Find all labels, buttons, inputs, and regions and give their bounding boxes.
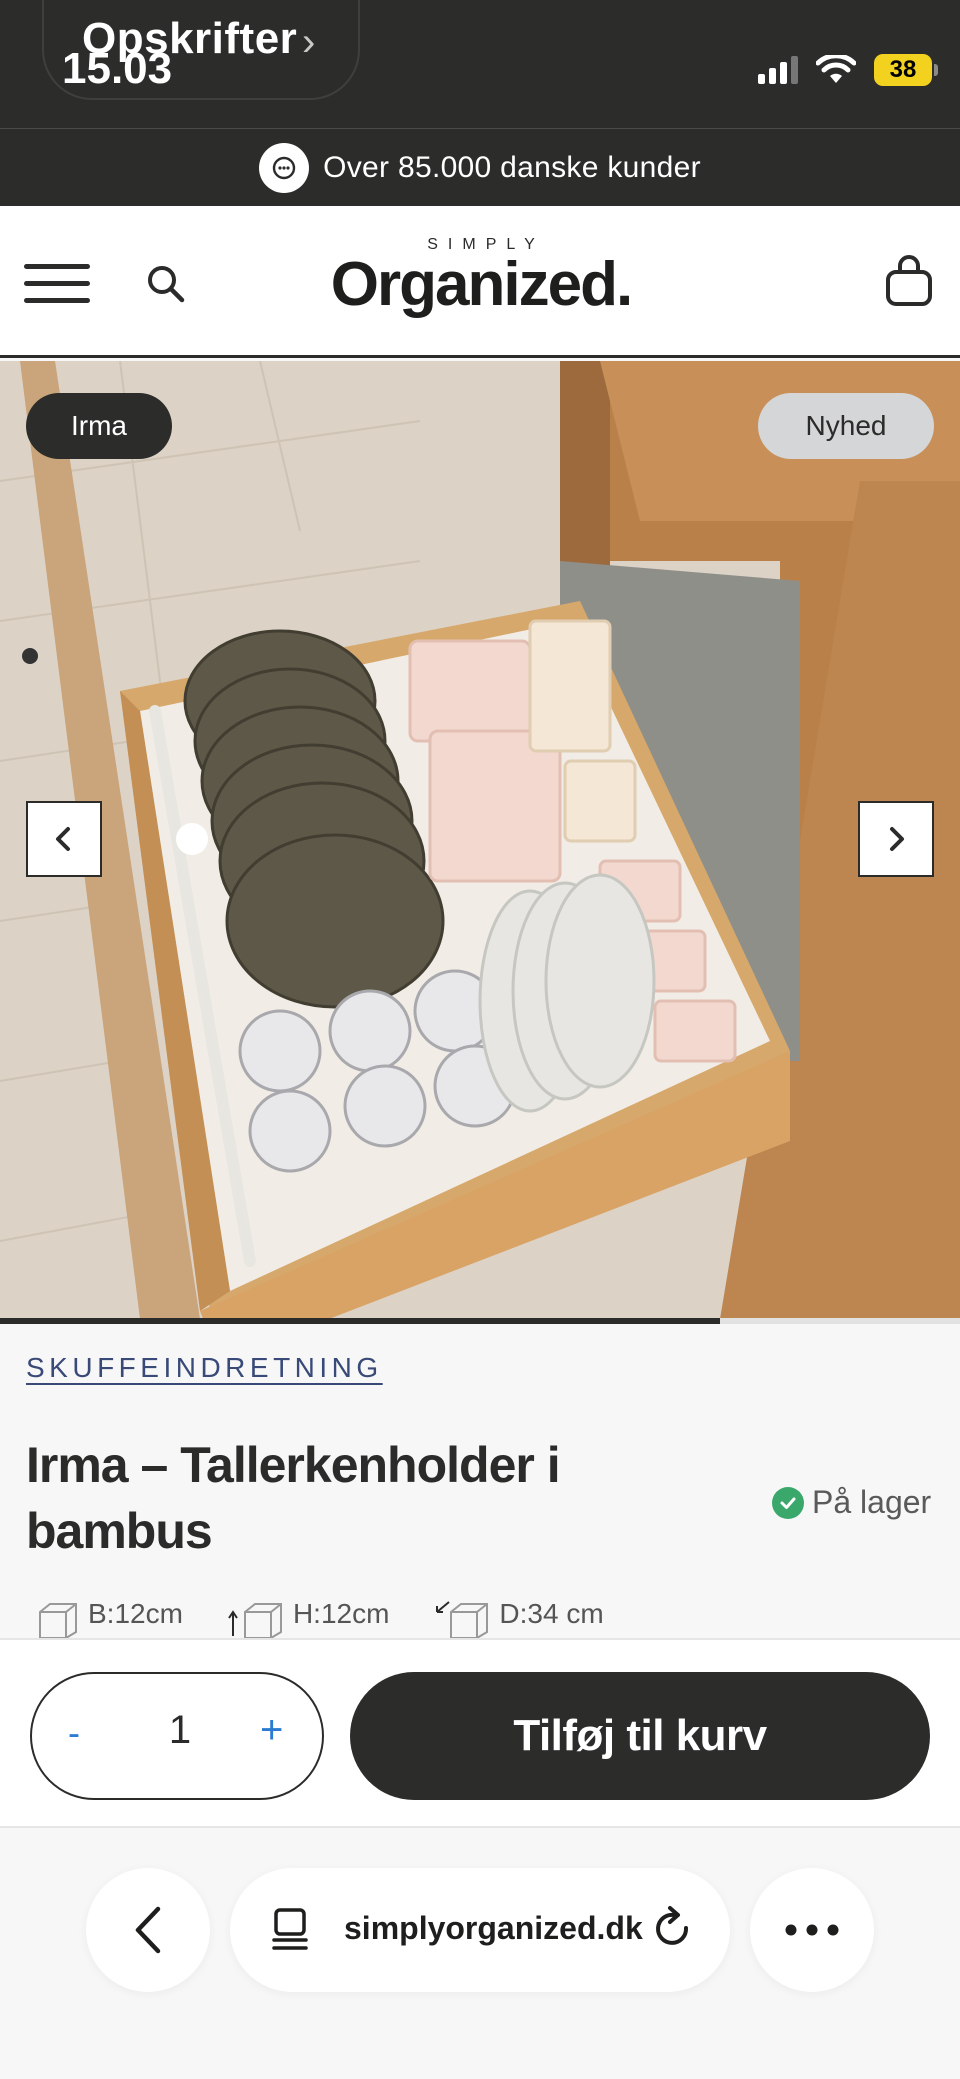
product-dimensions: B:12cm H:12cm D:34 cm	[34, 1598, 604, 1640]
box-width-icon	[39, 1603, 77, 1638]
dimension-height-label: H:12cm	[292, 1598, 390, 1629]
chevron-right-icon: ›	[302, 20, 316, 64]
chevron-right-icon	[890, 827, 904, 851]
carousel-progress-fill	[0, 1318, 720, 1324]
browser-toolbar: simplyorganized.dk	[0, 1830, 960, 2079]
dimension-height: H:12cm	[227, 1598, 389, 1640]
chat-bubble-icon	[259, 142, 310, 193]
quantity-stepper: - 1 +	[30, 1672, 324, 1800]
cellular-signal-icon	[758, 56, 798, 84]
ellipsis-icon	[785, 1924, 839, 1936]
carousel-next-button[interactable]	[858, 801, 934, 877]
browser-back-button[interactable]	[86, 1868, 210, 1992]
dimension-width: B:12cm	[34, 1598, 183, 1640]
reload-icon[interactable]	[650, 1904, 696, 1954]
product-badge-name: Irma	[26, 393, 172, 459]
product-image-carousel[interactable]: Irma Nyhed	[0, 361, 960, 1319]
dimension-width-label: B:12cm	[88, 1598, 183, 1629]
promo-text: Over 85.000 danske kunder	[323, 150, 701, 184]
carousel-progress-track	[0, 1318, 960, 1324]
quantity-value[interactable]: 1	[162, 1708, 198, 1753]
wifi-icon	[816, 55, 856, 83]
promo-bar: Over 85.000 danske kunder	[0, 128, 960, 206]
category-link[interactable]: SKUFFEINDRETNING	[26, 1352, 383, 1384]
url-text: simplyorganized.dk	[344, 1910, 643, 1946]
box-depth-icon	[436, 1601, 489, 1638]
stock-status: På lager	[772, 1484, 931, 1521]
hamburger-menu-icon[interactable]	[24, 264, 90, 304]
check-circle-icon	[772, 1486, 804, 1519]
status-icons: 38	[758, 50, 938, 90]
site-logo[interactable]: SIMPLY Organized.	[326, 236, 636, 316]
add-to-cart-bar: - 1 + Tilføj til kurv	[0, 1638, 960, 1828]
dimension-depth: D:34 cm	[433, 1598, 604, 1640]
battery-level: 38	[889, 56, 917, 83]
increase-quantity-button[interactable]: +	[260, 1708, 283, 1753]
decrease-quantity-button[interactable]: -	[68, 1712, 80, 1754]
chevron-left-icon	[135, 1906, 161, 1954]
shopping-bag-icon[interactable]	[884, 254, 934, 308]
chevron-left-icon	[56, 827, 70, 851]
logo-wordmark: Organized.	[330, 250, 633, 319]
product-photo	[0, 361, 960, 1319]
dimension-depth-label: D:34 cm	[499, 1598, 604, 1629]
new-badge: Nyhed	[758, 393, 934, 459]
address-bar[interactable]: simplyorganized.dk	[230, 1868, 730, 1992]
search-icon[interactable]	[144, 262, 188, 306]
stock-label: På lager	[812, 1484, 932, 1520]
reader-mode-icon[interactable]	[270, 1906, 310, 1952]
carousel-prev-button[interactable]	[26, 801, 102, 877]
status-time: 15.03	[62, 44, 173, 93]
box-height-icon	[228, 1603, 282, 1638]
more-options-button[interactable]	[750, 1868, 874, 1992]
product-title: Irma – Tallerkenholder i bambus	[26, 1437, 561, 1559]
add-to-cart-button[interactable]: Tilføj til kurv	[350, 1672, 930, 1800]
site-header: SIMPLY Organized.	[0, 206, 960, 358]
battery-icon: 38	[874, 54, 938, 86]
status-bar: Opskrifter › 15.03 38	[0, 0, 960, 128]
